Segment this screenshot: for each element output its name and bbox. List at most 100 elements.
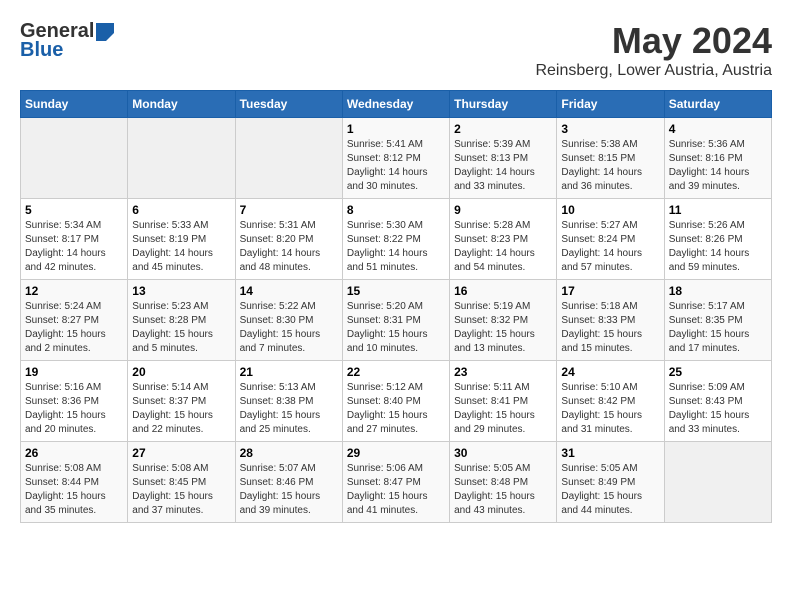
header-day-sunday: Sunday	[21, 91, 128, 118]
day-number: 8	[347, 203, 445, 217]
calendar-cell: 12Sunrise: 5:24 AM Sunset: 8:27 PM Dayli…	[21, 280, 128, 361]
calendar-cell: 19 Sunrise: 5:16 AM Sunset: 8:36 PM Dayli…	[21, 361, 128, 442]
logo-blue-text: Blue	[20, 39, 63, 62]
week-row-1: 1 Sunrise: 5:41 AM Sunset: 8:12 PM Daylig…	[21, 118, 772, 199]
day-number: 28	[240, 446, 338, 460]
day-info: Sunrise: 5:08 AM Sunset: 8:45 PM Dayligh…	[132, 462, 230, 518]
day-number: 31	[561, 446, 659, 460]
day-info: Sunrise: 5:27 AM Sunset: 8:24 PM Dayligh…	[561, 219, 659, 275]
calendar-cell: 4 Sunrise: 5:36 AM Sunset: 8:16 PM Daylig…	[664, 118, 771, 199]
day-info: Sunrise: 5:20 AM Sunset: 8:31 PM Dayligh…	[347, 300, 445, 356]
calendar-cell: 27 Sunrise: 5:08 AM Sunset: 8:45 PM Dayli…	[128, 442, 235, 523]
day-info: Sunrise: 5:22 AM Sunset: 8:30 PM Dayligh…	[240, 300, 338, 356]
calendar-cell: 2Sunrise: 5:39 AM Sunset: 8:13 PM Daylig…	[450, 118, 557, 199]
day-number: 22	[347, 365, 445, 379]
logo-icon	[96, 23, 114, 41]
calendar-cell: 10 Sunrise: 5:27 AM Sunset: 8:24 PM Dayli…	[557, 199, 664, 280]
day-number: 29	[347, 446, 445, 460]
calendar-cell: 30 Sunrise: 5:05 AM Sunset: 8:48 PM Dayli…	[450, 442, 557, 523]
logo: General Blue	[20, 20, 114, 62]
day-info: Sunrise: 5:18 AM Sunset: 8:33 PM Dayligh…	[561, 300, 659, 356]
calendar-cell: 6 Sunrise: 5:33 AM Sunset: 8:19 PM Daylig…	[128, 199, 235, 280]
day-number: 7	[240, 203, 338, 217]
calendar-cell: 8 Sunrise: 5:30 AM Sunset: 8:22 PM Daylig…	[342, 199, 449, 280]
day-number: 20	[132, 365, 230, 379]
day-info: Sunrise: 5:12 AM Sunset: 8:40 PM Dayligh…	[347, 381, 445, 437]
calendar-cell	[21, 118, 128, 199]
calendar-cell: 11 Sunrise: 5:26 AM Sunset: 8:26 PM Dayli…	[664, 199, 771, 280]
day-info: Sunrise: 5:05 AM Sunset: 8:48 PM Dayligh…	[454, 462, 552, 518]
day-number: 19	[25, 365, 123, 379]
day-number: 23	[454, 365, 552, 379]
day-number: 15	[347, 284, 445, 298]
calendar-cell: 3Sunrise: 5:38 AM Sunset: 8:15 PM Daylig…	[557, 118, 664, 199]
header-day-wednesday: Wednesday	[342, 91, 449, 118]
day-info: Sunrise: 5:26 AM Sunset: 8:26 PM Dayligh…	[669, 219, 767, 275]
calendar-cell	[128, 118, 235, 199]
day-info: Sunrise: 5:16 AM Sunset: 8:36 PM Dayligh…	[25, 381, 123, 437]
calendar-cell: 1 Sunrise: 5:41 AM Sunset: 8:12 PM Daylig…	[342, 118, 449, 199]
calendar-cell: 7 Sunrise: 5:31 AM Sunset: 8:20 PM Daylig…	[235, 199, 342, 280]
week-row-4: 19 Sunrise: 5:16 AM Sunset: 8:36 PM Dayli…	[21, 361, 772, 442]
day-info: Sunrise: 5:33 AM Sunset: 8:19 PM Dayligh…	[132, 219, 230, 275]
day-info: Sunrise: 5:23 AM Sunset: 8:28 PM Dayligh…	[132, 300, 230, 356]
day-number: 3	[561, 122, 659, 136]
day-info: Sunrise: 5:28 AM Sunset: 8:23 PM Dayligh…	[454, 219, 552, 275]
day-info: Sunrise: 5:19 AM Sunset: 8:32 PM Dayligh…	[454, 300, 552, 356]
day-number: 26	[25, 446, 123, 460]
day-info: Sunrise: 5:36 AM Sunset: 8:16 PM Dayligh…	[669, 138, 767, 194]
day-info: Sunrise: 5:30 AM Sunset: 8:22 PM Dayligh…	[347, 219, 445, 275]
day-number: 21	[240, 365, 338, 379]
header-day-thursday: Thursday	[450, 91, 557, 118]
day-number: 17	[561, 284, 659, 298]
day-number: 6	[132, 203, 230, 217]
calendar-cell: 21 Sunrise: 5:13 AM Sunset: 8:38 PM Dayli…	[235, 361, 342, 442]
page-subtitle: Reinsberg, Lower Austria, Austria	[535, 62, 772, 80]
day-number: 5	[25, 203, 123, 217]
day-number: 24	[561, 365, 659, 379]
day-number: 14	[240, 284, 338, 298]
calendar-cell: 16Sunrise: 5:19 AM Sunset: 8:32 PM Dayli…	[450, 280, 557, 361]
day-number: 4	[669, 122, 767, 136]
week-row-5: 26 Sunrise: 5:08 AM Sunset: 8:44 PM Dayli…	[21, 442, 772, 523]
day-info: Sunrise: 5:08 AM Sunset: 8:44 PM Dayligh…	[25, 462, 123, 518]
page-title: May 2024	[535, 20, 772, 62]
day-info: Sunrise: 5:11 AM Sunset: 8:41 PM Dayligh…	[454, 381, 552, 437]
day-number: 2	[454, 122, 552, 136]
day-info: Sunrise: 5:41 AM Sunset: 8:12 PM Dayligh…	[347, 138, 445, 194]
day-number: 10	[561, 203, 659, 217]
day-number: 18	[669, 284, 767, 298]
day-info: Sunrise: 5:07 AM Sunset: 8:46 PM Dayligh…	[240, 462, 338, 518]
day-info: Sunrise: 5:13 AM Sunset: 8:38 PM Dayligh…	[240, 381, 338, 437]
calendar-cell: 20 Sunrise: 5:14 AM Sunset: 8:37 PM Dayli…	[128, 361, 235, 442]
calendar-cell: 18Sunrise: 5:17 AM Sunset: 8:35 PM Dayli…	[664, 280, 771, 361]
day-info: Sunrise: 5:05 AM Sunset: 8:49 PM Dayligh…	[561, 462, 659, 518]
day-number: 13	[132, 284, 230, 298]
calendar-cell: 23 Sunrise: 5:11 AM Sunset: 8:41 PM Dayli…	[450, 361, 557, 442]
week-row-2: 5 Sunrise: 5:34 AM Sunset: 8:17 PM Daylig…	[21, 199, 772, 280]
title-block: May 2024 Reinsberg, Lower Austria, Austr…	[535, 20, 772, 80]
day-number: 27	[132, 446, 230, 460]
day-info: Sunrise: 5:09 AM Sunset: 8:43 PM Dayligh…	[669, 381, 767, 437]
calendar-cell	[235, 118, 342, 199]
day-info: Sunrise: 5:06 AM Sunset: 8:47 PM Dayligh…	[347, 462, 445, 518]
day-number: 12	[25, 284, 123, 298]
header-day-tuesday: Tuesday	[235, 91, 342, 118]
day-info: Sunrise: 5:34 AM Sunset: 8:17 PM Dayligh…	[25, 219, 123, 275]
calendar-cell: 28 Sunrise: 5:07 AM Sunset: 8:46 PM Dayli…	[235, 442, 342, 523]
calendar-cell: 31 Sunrise: 5:05 AM Sunset: 8:49 PM Dayli…	[557, 442, 664, 523]
calendar-cell: 14 Sunrise: 5:22 AM Sunset: 8:30 PM Dayli…	[235, 280, 342, 361]
calendar-body: 1 Sunrise: 5:41 AM Sunset: 8:12 PM Daylig…	[21, 118, 772, 523]
calendar-cell	[664, 442, 771, 523]
header-day-saturday: Saturday	[664, 91, 771, 118]
day-number: 1	[347, 122, 445, 136]
day-number: 25	[669, 365, 767, 379]
day-info: Sunrise: 5:31 AM Sunset: 8:20 PM Dayligh…	[240, 219, 338, 275]
day-info: Sunrise: 5:14 AM Sunset: 8:37 PM Dayligh…	[132, 381, 230, 437]
calendar-cell: 15 Sunrise: 5:20 AM Sunset: 8:31 PM Dayli…	[342, 280, 449, 361]
day-number: 11	[669, 203, 767, 217]
calendar-cell: 22 Sunrise: 5:12 AM Sunset: 8:40 PM Dayli…	[342, 361, 449, 442]
day-number: 30	[454, 446, 552, 460]
calendar-table: SundayMondayTuesdayWednesdayThursdayFrid…	[20, 90, 772, 523]
calendar-cell: 25 Sunrise: 5:09 AM Sunset: 8:43 PM Dayli…	[664, 361, 771, 442]
